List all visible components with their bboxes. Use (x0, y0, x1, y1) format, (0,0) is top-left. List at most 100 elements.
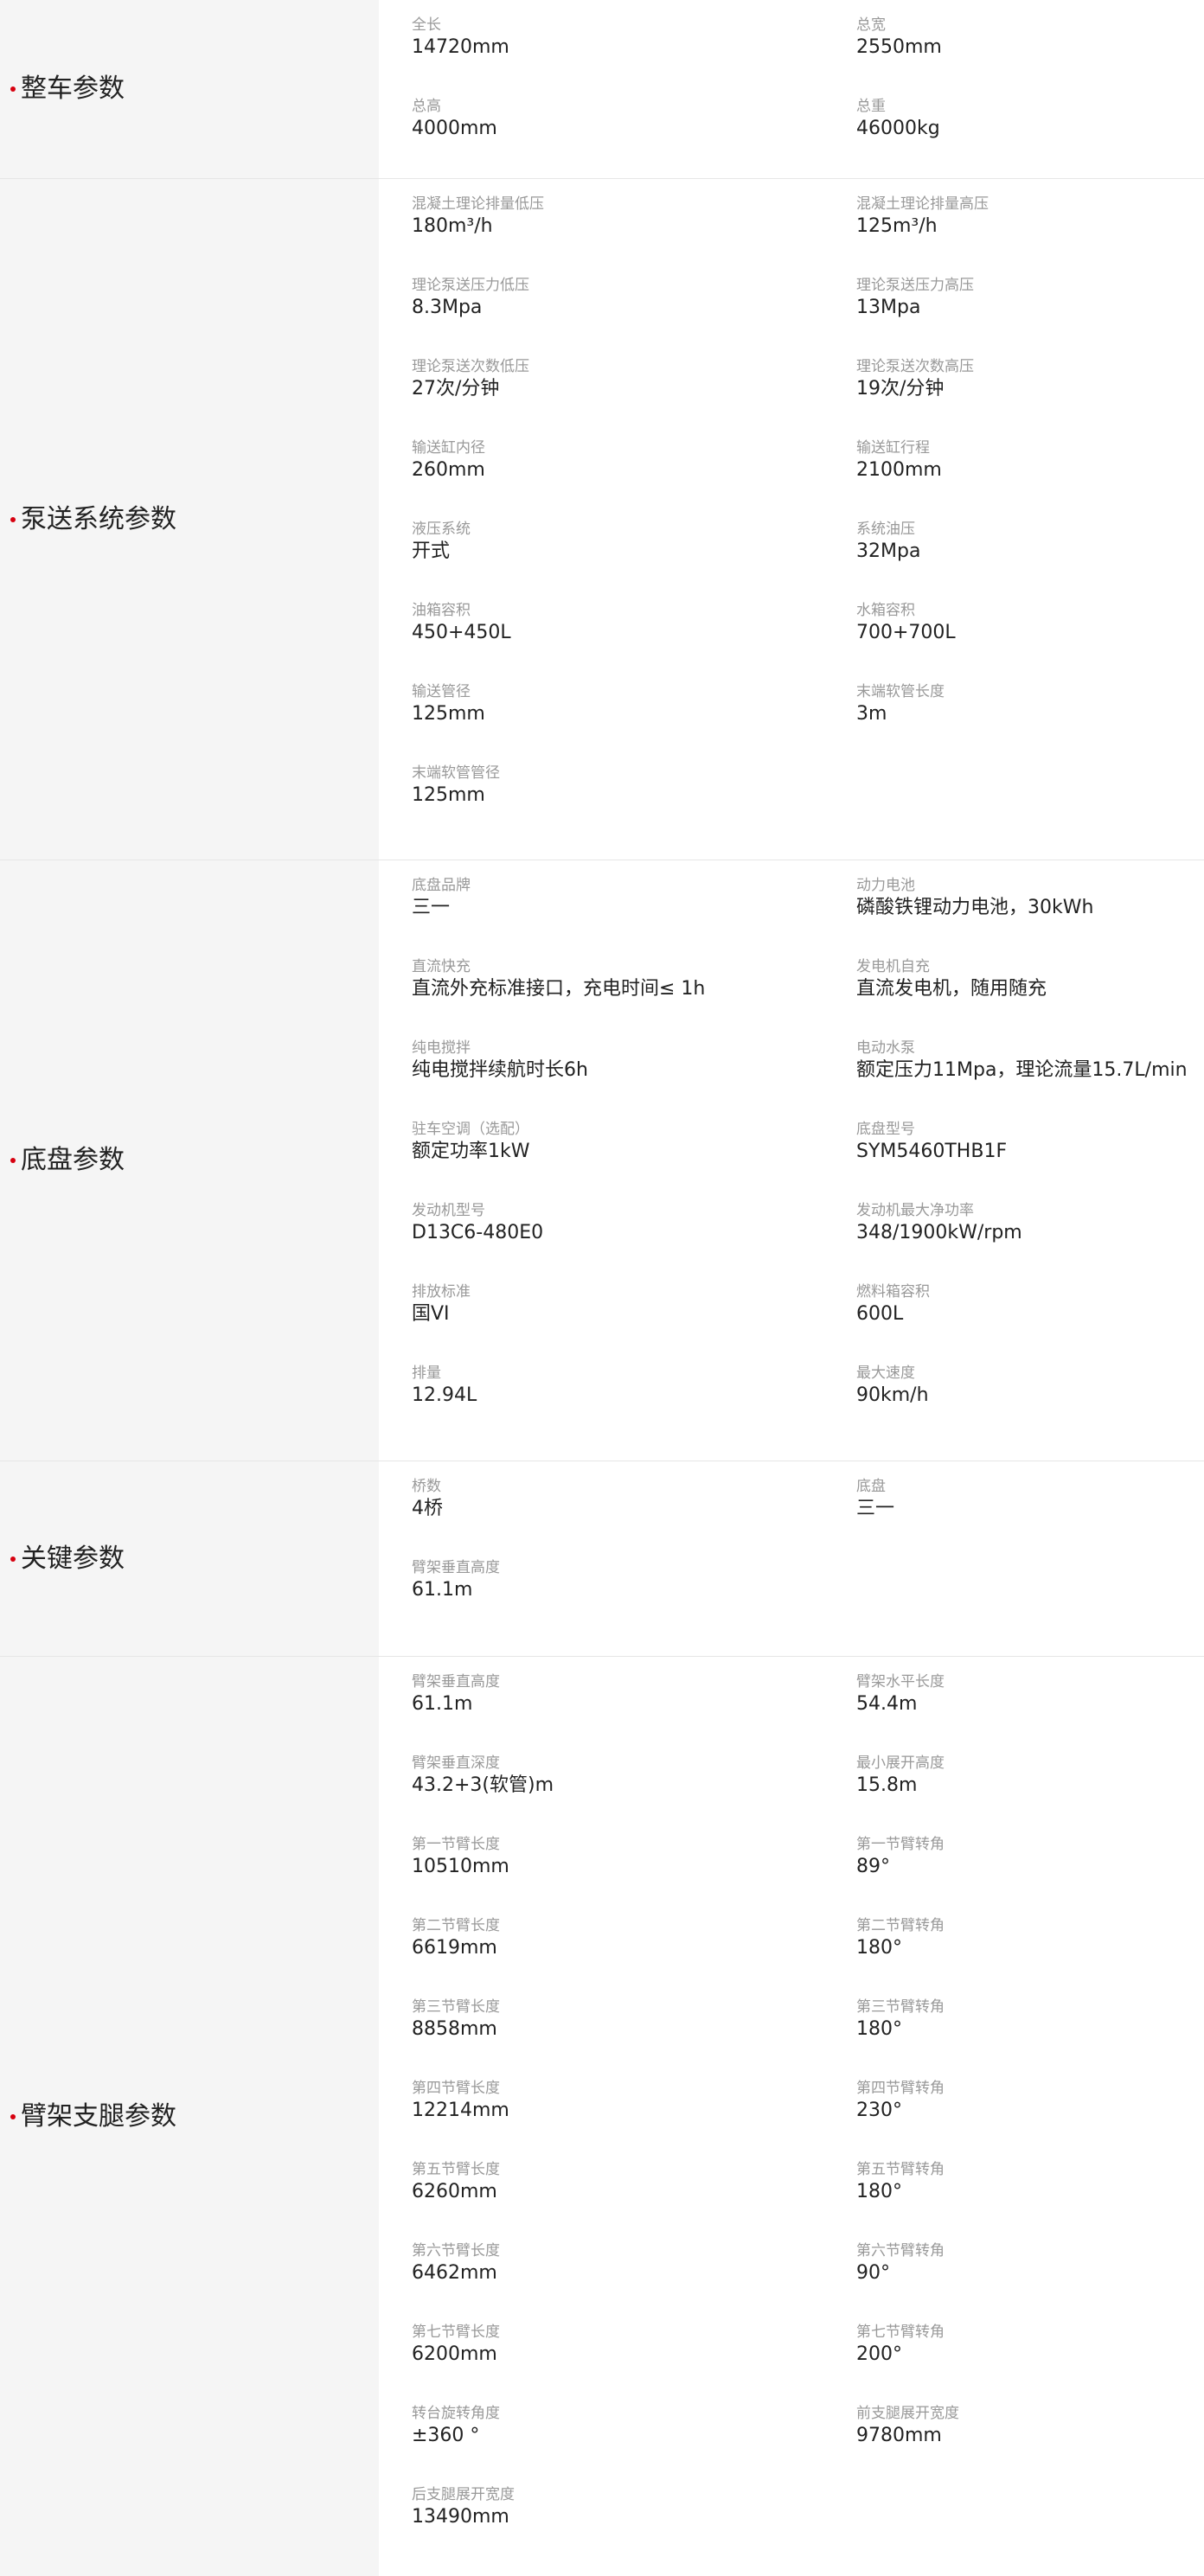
param-value: 46000kg (856, 118, 940, 139)
param-label: 发动机最大净功率 (856, 1202, 974, 1219)
param-item: 第一节臂转角 89° (856, 1836, 1204, 1917)
section-params: 底盘品牌 三一 动力电池 磷酸铁锂动力电池，30kWh 直流快充 直流外充标准接… (379, 860, 1204, 1461)
param-value: 89° (856, 1856, 890, 1877)
param-value: 61.1m (412, 1579, 473, 1601)
param-value: 10510mm (412, 1856, 509, 1877)
param-item: 底盘 三一 (856, 1478, 1204, 1559)
section-chassis: 底盘参数 底盘品牌 三一 动力电池 磷酸铁锂动力电池，30kWh 直流快充 直流… (0, 860, 1204, 1461)
param-item: 燃料箱容积 600L (856, 1283, 1204, 1365)
param-item: 水箱容积 700+700L (856, 602, 1204, 683)
param-label: 理论泵送次数低压 (412, 358, 529, 375)
section-params: 臂架垂直高度 61.1m 臂架水平长度 54.4m 臂架垂直深度 43.2+3(… (379, 1657, 1204, 2576)
param-item: 输送管径 125mm (412, 683, 856, 764)
param-label: 第一节臂转角 (856, 1836, 945, 1853)
param-label: 水箱容积 (856, 602, 915, 619)
section-pumping-system: 泵送系统参数 混凝土理论排量低压 180m³/h 混凝土理论排量高压 125m³… (0, 179, 1204, 860)
param-value: 180° (856, 2018, 902, 2040)
param-item: 驻车空调（选配） 额定功率1kW (412, 1121, 856, 1202)
param-label: 系统油压 (856, 521, 915, 538)
param-item: 第四节臂长度 12214mm (412, 2080, 856, 2161)
param-value: 3m (856, 703, 887, 725)
param-label: 底盘品牌 (412, 877, 471, 894)
param-item: 第四节臂转角 230° (856, 2080, 1204, 2161)
param-value: 国VI (412, 1303, 450, 1325)
param-item: 理论泵送次数低压 27次/分钟 (412, 358, 856, 439)
param-value: 6619mm (412, 1937, 497, 1959)
param-item: 排放标准 国VI (412, 1283, 856, 1365)
param-label: 最小展开高度 (856, 1755, 945, 1772)
param-label: 排放标准 (412, 1283, 471, 1301)
param-item: 第七节臂长度 6200mm (412, 2324, 856, 2405)
bullet-dot-icon (10, 2113, 16, 2119)
param-label: 第四节臂转角 (856, 2080, 945, 2097)
param-item: 第七节臂转角 200° (856, 2324, 1204, 2405)
param-value: 180° (856, 2181, 902, 2202)
param-item: 发动机型号 D13C6-480E0 (412, 1202, 856, 1283)
param-label: 油箱容积 (412, 602, 471, 619)
param-label: 第五节臂长度 (412, 2161, 500, 2178)
param-item: 后支腿展开宽度 13490mm (412, 2486, 856, 2567)
param-label: 混凝土理论排量低压 (412, 195, 544, 213)
param-value: 额定压力11Mpa，理论流量15.7L/min (856, 1059, 1188, 1081)
section-header: 泵送系统参数 (0, 179, 379, 860)
param-item: 转台旋转角度 ±360 ° (412, 2405, 856, 2486)
param-label: 臂架垂直深度 (412, 1755, 500, 1772)
param-label: 臂架水平长度 (856, 1673, 945, 1691)
param-value: 2100mm (856, 459, 942, 481)
param-item: 底盘型号 SYM5460THB1F (856, 1121, 1204, 1202)
param-value: 27次/分钟 (412, 378, 500, 400)
param-item: 油箱容积 450+450L (412, 602, 856, 683)
param-item: 理论泵送压力低压 8.3Mpa (412, 277, 856, 358)
param-value: 54.4m (856, 1693, 918, 1715)
param-label: 臂架垂直高度 (412, 1559, 500, 1576)
param-label: 后支腿展开宽度 (412, 2486, 515, 2503)
param-item: 混凝土理论排量低压 180m³/h (412, 195, 856, 277)
param-item: 第三节臂转角 180° (856, 1998, 1204, 2080)
param-value: 8858mm (412, 2018, 497, 2040)
param-value: 14720mm (412, 36, 509, 58)
param-label: 直流快充 (412, 958, 471, 975)
param-item: 混凝土理论排量高压 125m³/h (856, 195, 1204, 277)
section-header: 底盘参数 (0, 860, 379, 1461)
param-item: 纯电搅拌 纯电搅拌续航时长6h (412, 1039, 856, 1121)
param-item: 总高 4000mm (412, 98, 856, 179)
param-item: 最大速度 90km/h (856, 1365, 1204, 1446)
param-value: 13490mm (412, 2506, 509, 2528)
param-label: 输送缸行程 (856, 439, 930, 457)
param-value: SYM5460THB1F (856, 1141, 1008, 1162)
param-item: 桥数 4桥 (412, 1478, 856, 1559)
param-label: 排量 (412, 1365, 441, 1382)
param-value: 9780mm (856, 2425, 942, 2446)
param-value: 三一 (856, 1498, 895, 1519)
param-item: 第五节臂长度 6260mm (412, 2161, 856, 2242)
param-value: 磷酸铁锂动力电池，30kWh (856, 897, 1094, 918)
param-item: 发动机最大净功率 348/1900kW/rpm (856, 1202, 1204, 1283)
param-item: 理论泵送次数高压 19次/分钟 (856, 358, 1204, 439)
param-label: 第四节臂长度 (412, 2080, 500, 2097)
section-header: 关键参数 (0, 1461, 379, 1656)
param-label: 发动机型号 (412, 1202, 485, 1219)
section-params: 全长 14720mm 总宽 2550mm 总高 4000mm 总重 46000k… (379, 0, 1204, 178)
param-label: 理论泵送次数高压 (856, 358, 974, 375)
param-value: 13Mpa (856, 297, 921, 318)
param-label: 末端软管管径 (412, 764, 500, 782)
param-label: 驻车空调（选配） (412, 1121, 529, 1138)
param-value: 230° (856, 2100, 902, 2121)
param-value: 额定功率1kW (412, 1141, 530, 1162)
param-label: 转台旋转角度 (412, 2405, 500, 2422)
param-value: 6260mm (412, 2181, 497, 2202)
param-label: 最大速度 (856, 1365, 915, 1382)
param-value: 348/1900kW/rpm (856, 1222, 1022, 1243)
spec-table: 整车参数 全长 14720mm 总宽 2550mm 总高 4000mm 总重 4… (0, 0, 1204, 2576)
param-label: 前支腿展开宽度 (856, 2405, 959, 2422)
section-title: 底盘参数 (21, 1145, 125, 1175)
param-value: 600L (856, 1303, 904, 1325)
bullet-dot-icon (10, 1556, 16, 1562)
param-item: 第三节臂长度 8858mm (412, 1998, 856, 2080)
param-label: 输送缸内径 (412, 439, 485, 457)
param-value: 700+700L (856, 622, 956, 643)
param-value: 180m³/h (412, 215, 493, 237)
param-item: 输送缸内径 260mm (412, 439, 856, 521)
param-value: 8.3Mpa (412, 297, 483, 318)
param-value: 12214mm (412, 2100, 509, 2121)
